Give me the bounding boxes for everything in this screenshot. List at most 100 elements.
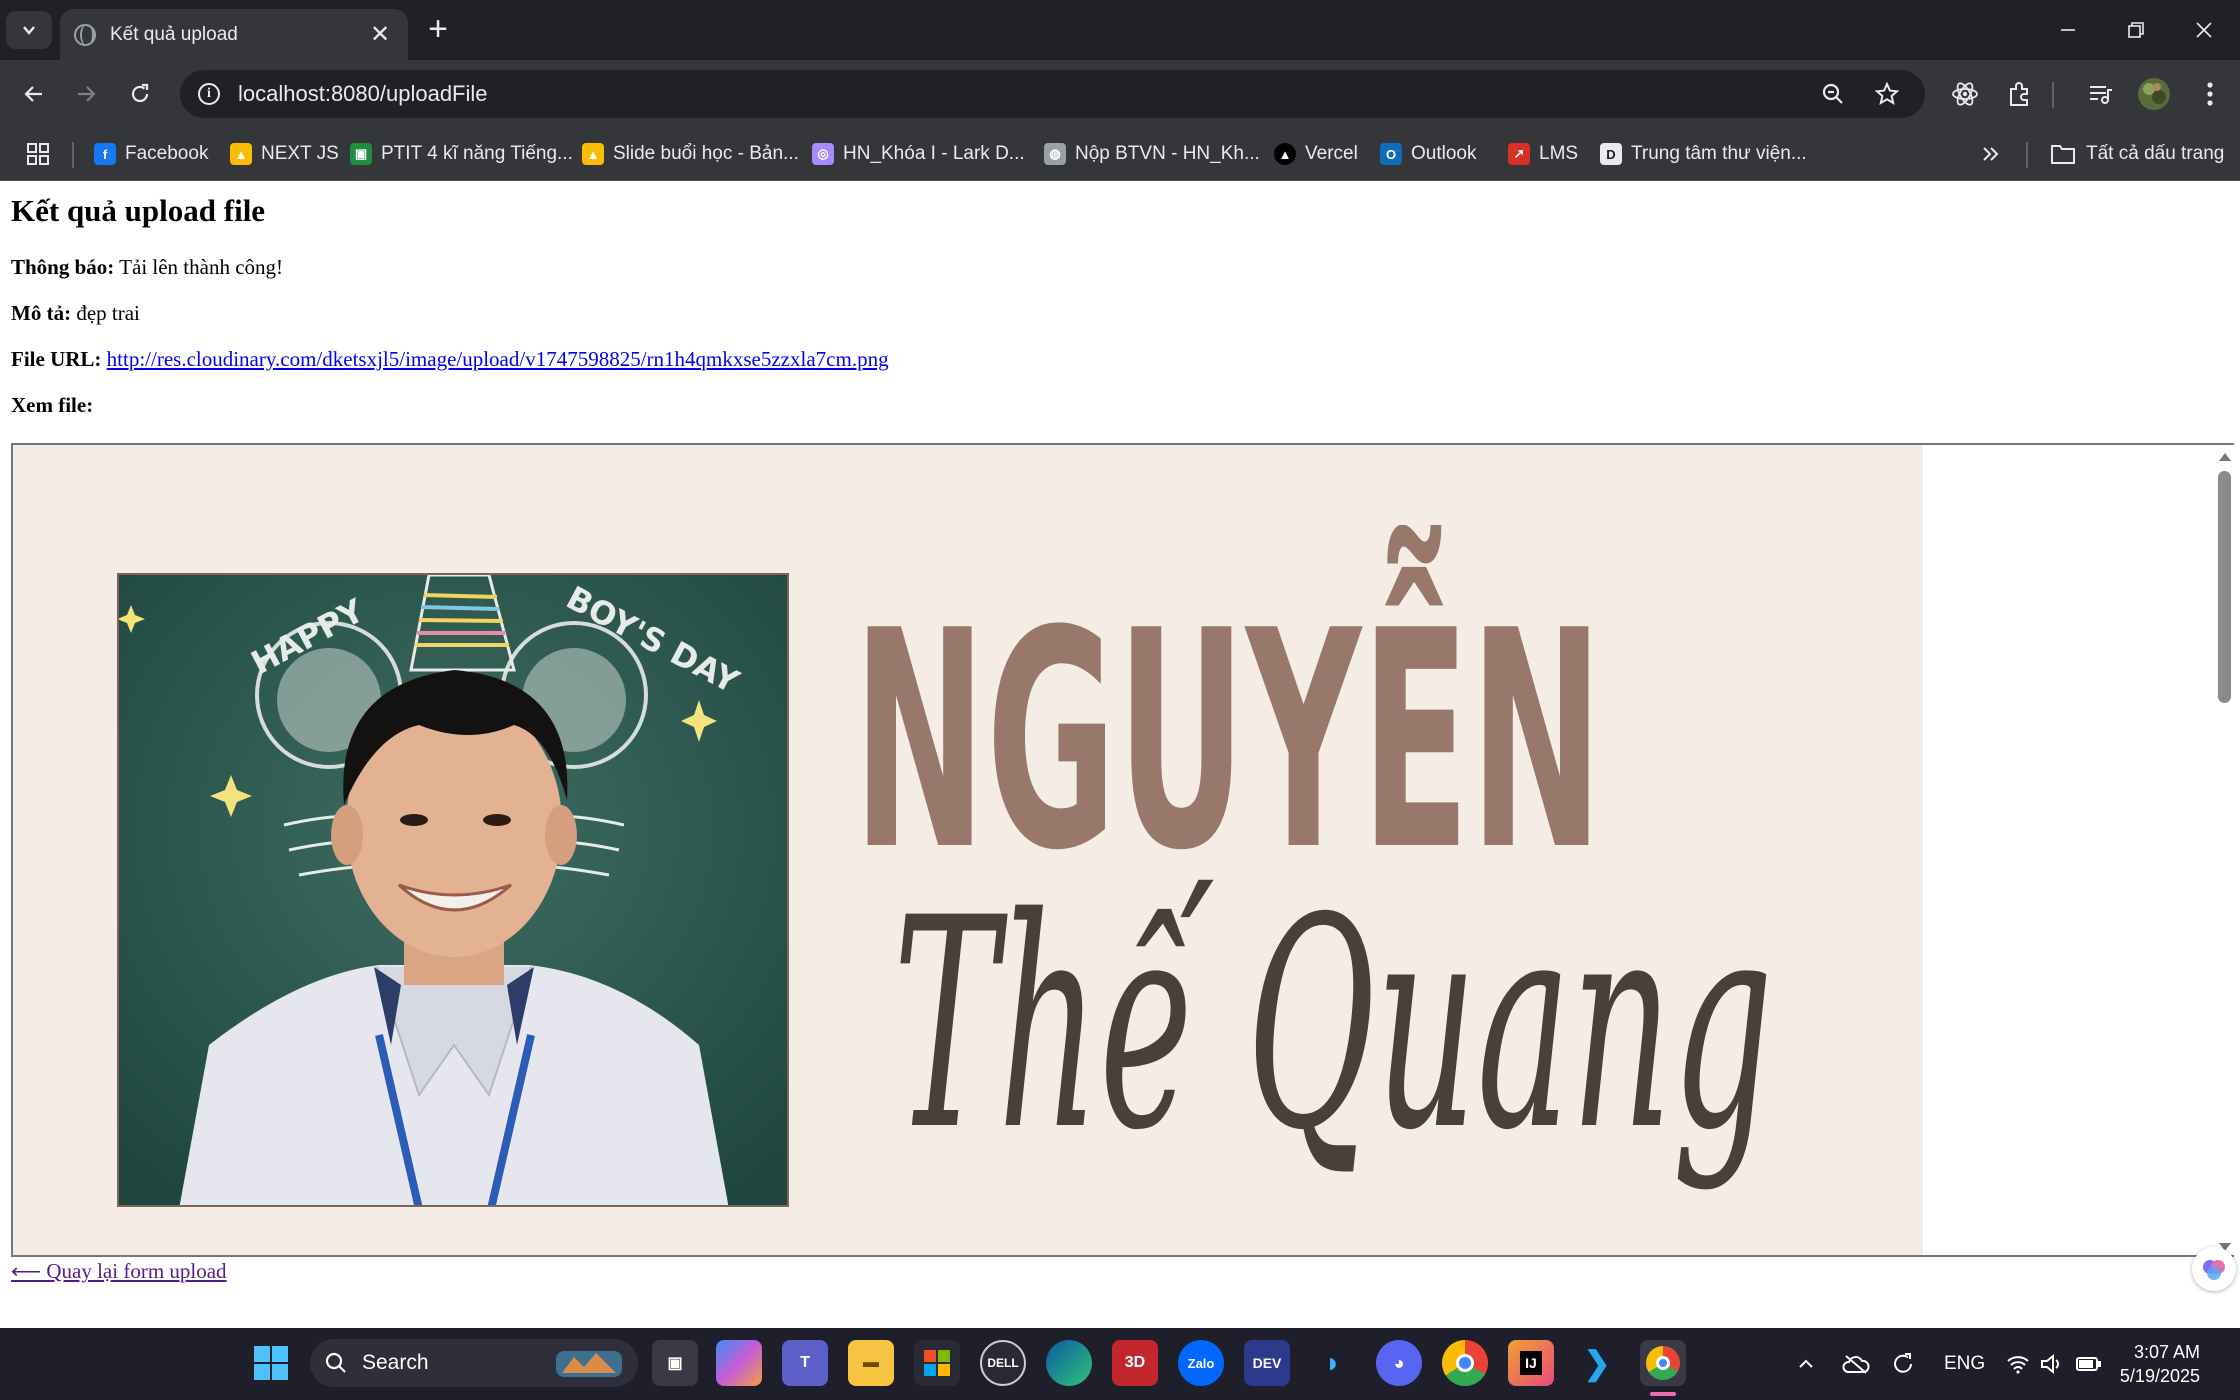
page-title: Kết quả upload file <box>11 193 266 228</box>
profile-avatar[interactable] <box>2134 74 2174 114</box>
volume-icon[interactable] <box>2040 1328 2064 1400</box>
bookmark-item[interactable]: O Outlook <box>1380 138 1476 170</box>
wifi-icon[interactable] <box>2006 1328 2030 1400</box>
browser-titlebar: Kết quả upload ✕ + <box>0 0 2240 60</box>
chevron-down-icon <box>23 26 35 35</box>
taskbar-search[interactable]: Search <box>310 1339 638 1387</box>
teams-icon[interactable]: T <box>782 1340 828 1386</box>
tab-search-button[interactable] <box>6 11 52 49</box>
scrollbar-thumb[interactable] <box>2218 471 2231 703</box>
zalo-icon[interactable]: Zalo <box>1178 1340 1224 1386</box>
back-to-upload-link[interactable]: ⟵ Quay lại form upload <box>11 1259 227 1284</box>
reload-button[interactable] <box>120 74 160 114</box>
clock-date: 5/19/2025 <box>2119 1366 2200 1386</box>
bookmarks-overflow-button[interactable] <box>1980 138 2000 170</box>
copilot-icon[interactable] <box>716 1340 762 1386</box>
forward-button[interactable] <box>66 74 106 114</box>
address-url[interactable]: localhost:8080/uploadFile <box>238 81 1799 107</box>
all-bookmarks-button[interactable]: Tất cả dấu trang <box>2050 138 2224 170</box>
task-view-icon[interactable]: ▣ <box>652 1340 698 1386</box>
dev-tools-icon[interactable]: DEV <box>1244 1340 1290 1386</box>
tab-close-icon[interactable]: ✕ <box>366 20 394 49</box>
copilot-assistant-button[interactable] <box>2192 1247 2236 1291</box>
file-preview-frame[interactable]: HAPPY BOY'S DAY NGUY Thế Quang <box>11 443 2234 1257</box>
copilot-app-icon[interactable]: ◗ <box>1310 1340 1356 1386</box>
notice-value: Tải lên thành công! <box>119 255 284 279</box>
notice-label: Thông báo: <box>11 255 115 279</box>
address-bar[interactable]: i localhost:8080/uploadFile <box>180 70 1925 118</box>
extensions-icon[interactable] <box>2000 74 2040 114</box>
chevron-up-icon <box>1799 1359 1813 1368</box>
vercel-icon: ▲ <box>1274 143 1296 165</box>
file-url-link[interactable]: http://res.cloudinary.com/dketsxjl5/imag… <box>107 347 889 371</box>
react-devtools-icon[interactable] <box>1945 74 1985 114</box>
lms-icon: ↗ <box>1508 143 1530 165</box>
site-info-icon[interactable]: i <box>198 83 220 105</box>
bookmark-item[interactable]: ▲ Slide buổi học - Bản... <box>582 138 799 170</box>
bookmark-item[interactable]: f Facebook <box>94 138 208 170</box>
windows-taskbar: Search ▣ T ▬ DELL 3D Zalo DEV ◗ ◕ IJ ❯ E… <box>0 1328 2240 1400</box>
bookmark-item[interactable]: ◍ Nộp BTVN - HN_Kh... <box>1044 138 1260 170</box>
bookmark-label: Slide buổi học - Bản... <box>613 143 799 164</box>
outlook-icon: O <box>1380 143 1402 165</box>
bookmark-label: PTIT 4 kĩ năng Tiếng... <box>381 143 573 164</box>
star-icon[interactable] <box>1867 74 1907 114</box>
facebook-icon: f <box>94 143 116 165</box>
bookmark-item[interactable]: ▲ Vercel <box>1274 138 1358 170</box>
all-bookmarks-label: Tất cả dấu trang <box>2086 143 2225 164</box>
google-drive-icon: ▲ <box>230 143 252 165</box>
lark-icon: ◎ <box>812 143 834 165</box>
bookmark-label: HN_Khóa I - Lark D... <box>843 143 1025 164</box>
microsoft-store-icon[interactable] <box>914 1340 960 1386</box>
sync-icon[interactable] <box>1890 1328 1916 1400</box>
zoom-icon[interactable] <box>1813 74 1853 114</box>
system-clock[interactable]: 3:07 AM 5/19/2025 <box>2120 1340 2200 1388</box>
minimize-icon <box>2061 29 2075 31</box>
screen: Kết quả upload ✕ + i localhost:8080/uplo… <box>0 0 2240 1400</box>
apps-grid-icon <box>27 143 49 165</box>
file-explorer-icon[interactable]: ▬ <box>848 1340 894 1386</box>
bookmark-item[interactable]: ◎ HN_Khóa I - Lark D... <box>812 138 1025 170</box>
onedrive-icon[interactable] <box>1842 1328 1870 1400</box>
bookmark-item[interactable]: D Trung tâm thư viện... <box>1600 138 1807 170</box>
chrome-active-icon[interactable] <box>1640 1340 1686 1386</box>
3d-app-icon[interactable]: 3D <box>1112 1340 1158 1386</box>
restore-icon <box>2128 22 2144 38</box>
bookmark-item[interactable]: ▲ NEXT JS <box>230 138 339 170</box>
browser-menu-icon[interactable] <box>2190 74 2230 114</box>
vscode-icon[interactable]: ❯ <box>1574 1340 1620 1386</box>
intellij-icon[interactable]: IJ <box>1508 1340 1554 1386</box>
media-control-icon[interactable] <box>2080 74 2120 114</box>
language-indicator[interactable]: ENG <box>1944 1328 1985 1400</box>
folder-icon <box>2051 145 2075 164</box>
start-button[interactable] <box>248 1340 294 1386</box>
bookmarks-bar: f Facebook ▲ NEXT JS ▣ PTIT 4 kĩ năng Tiếng..… <box>0 128 2240 181</box>
double-chevron-right-icon <box>1983 147 1999 161</box>
bookmark-label: Trung tâm thư viện... <box>1631 143 1807 164</box>
bookmark-item[interactable]: ↗ LMS <box>1508 138 1578 170</box>
bookmark-label: NEXT JS <box>261 143 339 164</box>
battery-icon[interactable] <box>2076 1328 2102 1400</box>
new-tab-button[interactable]: + <box>420 12 456 48</box>
description-label: Mô tả: <box>11 301 72 325</box>
apps-button[interactable] <box>26 138 50 170</box>
chrome-icon[interactable] <box>1442 1340 1488 1386</box>
tray-overflow-button[interactable] <box>1796 1328 1816 1400</box>
edge-icon[interactable] <box>1046 1340 1092 1386</box>
bookmark-label: Nộp BTVN - HN_Kh... <box>1075 143 1260 164</box>
bookmark-item[interactable]: ▣ PTIT 4 kĩ năng Tiếng... <box>350 138 573 170</box>
minimize-button[interactable] <box>2036 0 2100 60</box>
uploaded-image: HAPPY BOY'S DAY NGUY Thế Quang <box>13 445 1923 1255</box>
preview-scrollbar[interactable] <box>2213 445 2234 1255</box>
description-row: Mô tả: đẹp trai <box>11 301 140 326</box>
browser-toolbar: i localhost:8080/uploadFile <box>0 60 2240 128</box>
dell-icon[interactable]: DELL <box>980 1340 1026 1386</box>
back-button[interactable] <box>14 74 54 114</box>
restore-button[interactable] <box>2104 0 2168 60</box>
close-window-button[interactable] <box>2172 0 2236 60</box>
browser-tab-active[interactable]: Kết quả upload ✕ <box>60 9 408 60</box>
toolbar-divider <box>2052 82 2054 108</box>
bookmark-label: Outlook <box>1411 143 1477 164</box>
discord-icon[interactable]: ◕ <box>1376 1340 1422 1386</box>
file-url-label: File URL: <box>11 347 102 371</box>
